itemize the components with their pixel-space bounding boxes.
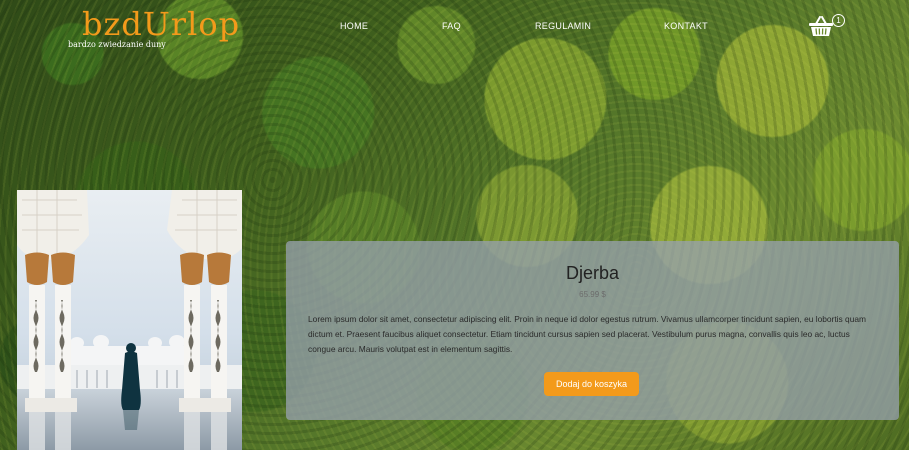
cart-button[interactable]: 1 [808,14,848,40]
page: bzdUrlop bardzo zwiedzanie duny HOME FAQ… [0,0,909,450]
nav-item-kontakt[interactable]: KONTAKT [664,21,708,31]
nav-item-faq[interactable]: FAQ [442,21,461,31]
mosque-arches-illustration [17,190,242,450]
cart-count-badge: 1 [832,14,845,27]
product-image [17,190,242,450]
main-nav: HOME FAQ REGULAMIN KONTAKT [0,21,909,35]
basket-icon [809,16,833,36]
product-title: Djerba [565,263,620,283]
product-price: 65.99 $ [579,290,606,299]
logo-tagline: bardzo zwiedzanie duny [68,40,166,49]
product-description: Lorem ipsum dolor sit amet, consectetur … [308,314,866,354]
nav-item-home[interactable]: HOME [340,21,368,31]
product-card: Djerba 65.99 $ Lorem ipsum dolor sit ame… [286,241,899,420]
add-to-cart-button[interactable]: Dodaj do koszyka [544,372,639,396]
nav-item-regulamin[interactable]: REGULAMIN [535,21,591,31]
